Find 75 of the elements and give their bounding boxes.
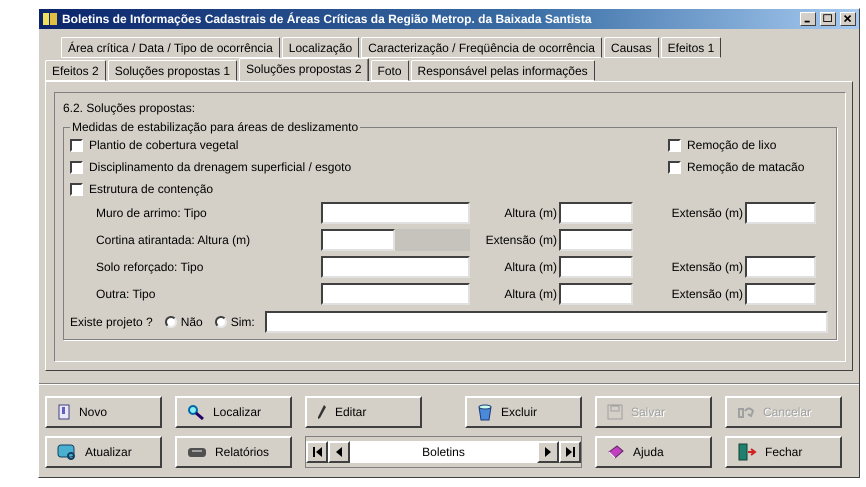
field-label: Altura (m) xyxy=(504,206,558,220)
book-icon xyxy=(607,444,625,460)
input-field[interactable] xyxy=(745,283,816,305)
page-icon xyxy=(57,404,71,420)
refresh-window-icon xyxy=(57,443,77,461)
help-button[interactable]: Ajuda xyxy=(595,436,712,468)
window-title: Boletins de Informações Cadastrais de Áreas Críticas da Região Metrop. da Baixada Santista xyxy=(62,12,593,26)
input-field[interactable] xyxy=(321,229,395,251)
magnifier-icon xyxy=(187,404,205,420)
reports-button[interactable]: Relatórios xyxy=(175,436,292,468)
printer-icon xyxy=(187,445,207,459)
field-label: Solo reforçado: Tipo xyxy=(96,260,204,274)
door-exit-icon xyxy=(737,443,757,461)
undo-arrow-icon xyxy=(737,405,755,419)
checkbox[interactable]: Plantio de cobertura vegetal xyxy=(70,138,238,152)
input-field[interactable] xyxy=(321,256,470,278)
checkbox[interactable]: Remoção de matacão xyxy=(668,160,828,174)
app-icon xyxy=(42,12,58,26)
tab[interactable]: Localização xyxy=(282,37,360,58)
tab[interactable]: Soluções propostas 1 xyxy=(108,60,238,81)
tab[interactable]: Responsável pelas informações xyxy=(410,60,595,81)
previous-record-button[interactable] xyxy=(328,441,350,463)
field-label: Extensão (m) xyxy=(672,206,744,220)
next-record-button[interactable] xyxy=(537,441,559,463)
tab[interactable]: Efeitos 1 xyxy=(660,37,722,58)
tab[interactable]: Efeitos 2 xyxy=(45,60,106,81)
input-field[interactable] xyxy=(745,256,816,278)
input-field[interactable] xyxy=(559,256,633,278)
checkbox[interactable]: Estrutura de contenção xyxy=(70,182,214,196)
field-label: Extensão (m) xyxy=(672,287,744,301)
input-field[interactable] xyxy=(559,229,633,251)
field-label: Existe projeto ? xyxy=(70,315,153,329)
maximize-icon[interactable] xyxy=(820,12,836,26)
section-title: 6.2. Soluções propostas: xyxy=(63,101,196,115)
field-label: Altura (m) xyxy=(504,287,558,301)
previous-icon xyxy=(336,447,342,457)
close-icon[interactable] xyxy=(840,12,856,26)
checkbox[interactable]: Remoção de lixo xyxy=(668,138,828,152)
radio-option[interactable]: Sim: xyxy=(214,315,255,329)
field-label: Outra: Tipo xyxy=(96,287,156,301)
edit-button[interactable]: Editar xyxy=(305,396,422,428)
field-label: Altura (m) xyxy=(504,260,558,274)
first-record-button[interactable] xyxy=(306,441,328,463)
tab[interactable]: Caracterização / Freqüência de ocorrência xyxy=(361,37,602,58)
delete-button[interactable]: Excluir xyxy=(465,396,582,428)
recycle-bin-icon xyxy=(477,403,493,421)
input-field[interactable] xyxy=(559,202,633,224)
radio-option[interactable]: Não xyxy=(164,315,203,329)
last-icon xyxy=(566,447,574,457)
find-button[interactable]: Localizar xyxy=(175,396,292,428)
pencil-icon xyxy=(317,404,327,420)
new-button[interactable]: Novo xyxy=(45,396,162,428)
refresh-button[interactable]: Atualizar xyxy=(45,436,162,468)
navigator-label: Boletins xyxy=(350,441,537,463)
first-icon xyxy=(312,447,322,457)
field-label: Cortina atirantada: Altura (m) xyxy=(96,233,250,247)
exit-button[interactable]: Fechar xyxy=(725,436,842,468)
tab[interactable]: Soluções propostas 2 xyxy=(239,58,369,81)
tab[interactable]: Foto xyxy=(370,60,409,81)
input-field[interactable] xyxy=(559,283,633,305)
input-field[interactable] xyxy=(321,202,470,224)
tab[interactable]: Causas xyxy=(604,37,659,58)
last-record-button[interactable] xyxy=(559,441,581,463)
field-label: Extensão (m) xyxy=(672,260,744,274)
field-label: Extensão (m) xyxy=(486,233,558,247)
next-icon xyxy=(545,447,551,457)
tab[interactable]: Área crítica / Data / Tipo de ocorrência xyxy=(61,37,280,58)
input-field[interactable] xyxy=(321,283,470,305)
group-title: Medidas de estabilização para áreas de deslizamento xyxy=(70,120,360,134)
field-label: Muro de arrimo: Tipo xyxy=(96,206,207,220)
minimize-icon[interactable] xyxy=(800,12,816,26)
floppy-icon xyxy=(607,404,623,420)
input-field[interactable] xyxy=(745,202,816,224)
input-field[interactable] xyxy=(264,311,828,333)
checkbox[interactable]: Disciplinamento da drenagem superficial / esgoto xyxy=(70,160,352,174)
